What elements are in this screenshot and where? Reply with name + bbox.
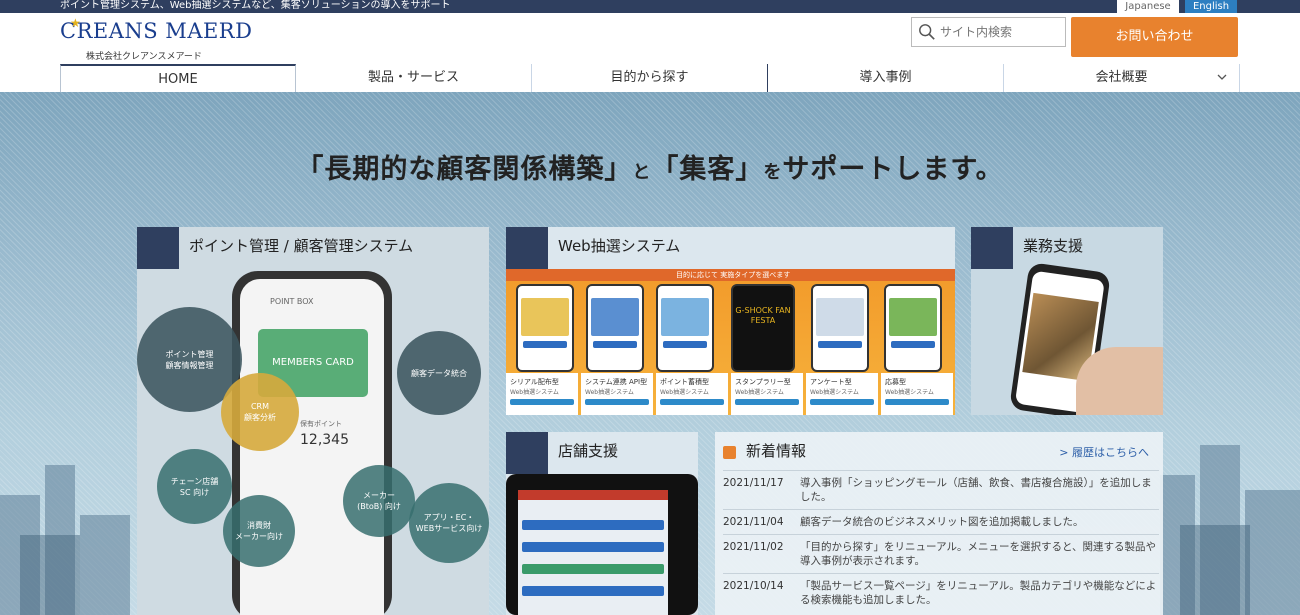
type-card: スタンプラリー型 Web抽選システム — [731, 373, 803, 415]
nav-find-by-purpose[interactable]: 目的から探す — [532, 64, 768, 92]
panel-business-support[interactable]: 業務支援 — [971, 227, 1163, 415]
lang-japanese-link[interactable]: Japanese — [1117, 0, 1179, 13]
web-lottery-illustration: 目的に応じて 実施タイプを選べます G-SHOCK FAN FESTA シリアル… — [506, 269, 955, 415]
bubble-chain-store: チェーン店舗 SC 向け — [157, 449, 232, 524]
news-date: 2021/11/04 — [723, 516, 784, 528]
news-date: 2021/11/17 — [723, 477, 784, 489]
type-card: システム連携 API型 Web抽選システム — [581, 373, 653, 415]
panel-marker — [137, 227, 179, 269]
tablet-illustration — [506, 474, 698, 615]
news-text[interactable]: 顧客データ統合のビジネスメリット図を追加掲載しました。 — [800, 515, 1159, 529]
hero-section: 「長期的な顧客関係構築」と「集客」をサポートします。 ポイント管理 / 顧客管理… — [0, 92, 1300, 615]
logo-text: CREANS MAERD — [60, 19, 253, 43]
news-item[interactable]: 2021/11/02 「目的から探す」をリニューアル。メニューを選択すると、関連す… — [723, 534, 1159, 573]
news-section: 新着情報 > 履歴はこちらへ 2021/11/17 導入事例「ショッピングモール（… — [715, 432, 1163, 615]
rss-icon[interactable] — [723, 446, 736, 459]
nav-company-label: 会社概要 — [1095, 70, 1148, 85]
news-archive-link[interactable]: > 履歴はこちらへ — [1059, 444, 1149, 460]
news-text[interactable]: 導入事例「ショッピングモール（店舗、飲食、書店複合施設）」を追加しました。 — [800, 476, 1159, 504]
main-nav: HOME 製品・サービス 目的から探す 導入事例 会社概要 — [60, 64, 1240, 92]
lang-english-link[interactable]: English — [1185, 0, 1237, 13]
hand-illustration — [1076, 347, 1163, 415]
news-date: 2021/11/02 — [723, 541, 784, 553]
news-item[interactable]: 2021/10/14 「製品サービス一覧ページ」をリニューアル。製品カテゴリや機能… — [723, 573, 1159, 612]
panel-web-lottery[interactable]: Web抽選システム 目的に応じて 実施タイプを選べます G-SHOCK FAN … — [506, 227, 955, 415]
nav-products[interactable]: 製品・サービス — [296, 64, 532, 92]
app-name: POINT BOX — [270, 297, 314, 306]
panel-marker — [506, 432, 548, 474]
nav-home[interactable]: HOME — [60, 64, 296, 92]
news-text[interactable]: 「目的から探す」をリニューアル。メニューを選択すると、関連する製品や導入事例が表… — [800, 540, 1159, 568]
top-bar: ポイント管理システム、Web抽選システムなど、集客ソリューションの導入をサポート… — [0, 0, 1300, 13]
bubble-consumer-goods: 消費財 メーカー向け — [223, 495, 295, 567]
panel-marker — [506, 227, 548, 269]
search-icon[interactable] — [918, 23, 936, 41]
panel-title: 業務支援 — [1023, 237, 1084, 255]
company-name: 株式会社クレアンスメアード — [86, 52, 202, 62]
news-text[interactable]: 「製品サービス一覧ページ」をリニューアル。製品カテゴリや機能などによる検索機能も… — [800, 579, 1159, 607]
type-card: 応募型 Web抽選システム — [881, 373, 953, 415]
bubble-crm: CRM 顧客分析 — [221, 373, 299, 451]
chevron-down-icon — [1217, 74, 1227, 80]
logo-star-icon: ★ — [70, 16, 81, 30]
points-value: 12,345 — [300, 432, 349, 448]
news-item[interactable]: 2021/11/17 導入事例「ショッピングモール（店舗、飲食、書店複合施設）」を… — [723, 470, 1159, 509]
nav-company[interactable]: 会社概要 — [1004, 64, 1240, 92]
search-input[interactable] — [940, 22, 1060, 42]
panel-title: 店舗支援 — [558, 442, 619, 460]
points-label: 保有ポイント — [300, 420, 342, 428]
news-list: 2021/11/17 導入事例「ショッピングモール（店舗、飲食、書店複合施設）」を… — [723, 470, 1159, 612]
type-card: アンケート型 Web抽選システム — [806, 373, 878, 415]
promo-text: G-SHOCK FAN FESTA — [735, 306, 791, 325]
nav-case-studies[interactable]: 導入事例 — [768, 64, 1004, 92]
news-item[interactable]: 2021/11/04 顧客データ統合のビジネスメリット図を追加掲載しました。 — [723, 509, 1159, 534]
panel-store-support[interactable]: 店舗支援 — [506, 432, 698, 615]
panel-marker — [971, 227, 1013, 269]
bubble-app-ec: アプリ・EC・ WEBサービス向け — [409, 483, 489, 563]
panel-title: Web抽選システム — [558, 237, 681, 255]
type-card: シリアル配布型 Web抽選システム — [506, 373, 578, 415]
news-date: 2021/10/14 — [723, 580, 784, 592]
web-banner: 目的に応じて 実施タイプを選べます — [506, 269, 955, 281]
bubble-data-integration: 顧客データ統合 — [397, 331, 481, 415]
panel-point-system[interactable]: ポイント管理 / 顧客管理システム POINT BOX MEMBERS CARD… — [137, 227, 489, 615]
type-card: ポイント蓄積型 Web抽選システム — [656, 373, 728, 415]
bubble-b2b-maker: メーカー (BtoB) 向け — [343, 465, 415, 537]
site-logo[interactable]: ★ CREANS MAERD 株式会社クレアンスメアード — [60, 16, 253, 64]
hero-tagline: 「長期的な顧客関係構築」と「集客」をサポートします。 — [296, 154, 1004, 185]
site-search — [911, 17, 1066, 47]
contact-button[interactable]: お問い合わせ — [1071, 17, 1238, 57]
panel-title: ポイント管理 / 顧客管理システム — [189, 237, 414, 255]
news-title: 新着情報 — [746, 442, 807, 460]
site-tagline: ポイント管理システム、Web抽選システムなど、集客ソリューションの導入をサポート — [60, 0, 451, 11]
